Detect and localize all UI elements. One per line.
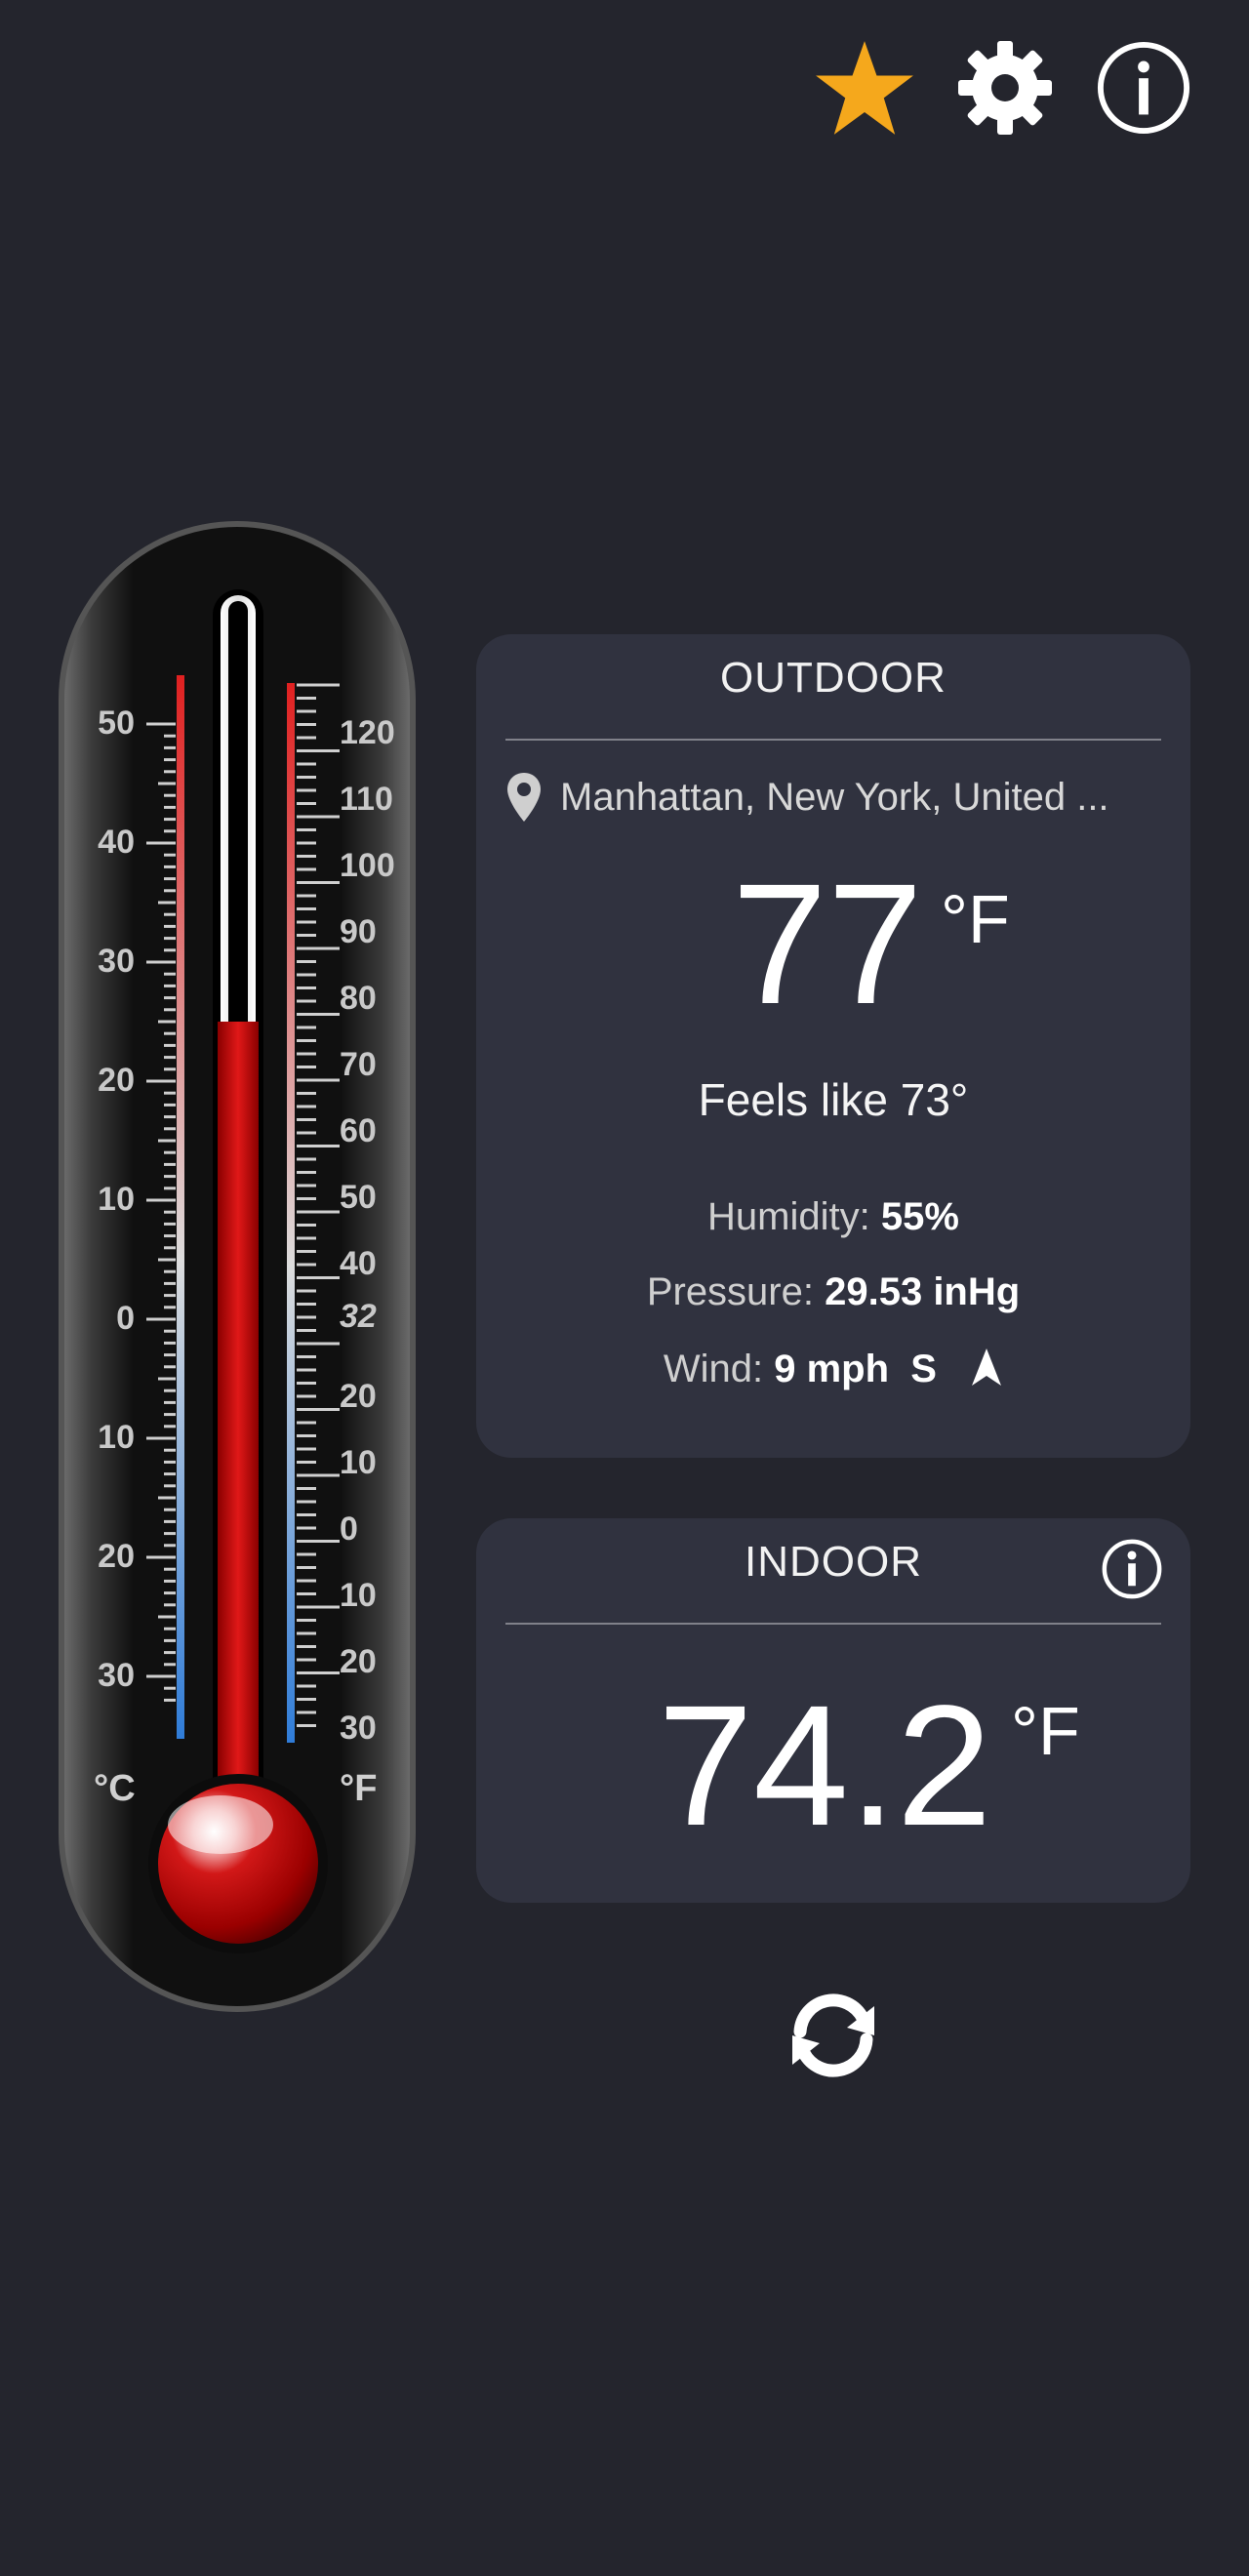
star-icon (816, 41, 913, 135)
feels-like: Feels like 73° (698, 1074, 969, 1125)
celsius-label: 50 (98, 704, 135, 742)
location-pin-icon (507, 773, 541, 822)
outdoor-temperature-unit: °F (941, 881, 1010, 957)
celsius-label: 10 (98, 1419, 135, 1456)
info-icon (1097, 41, 1190, 135)
outdoor-divider (505, 739, 1161, 741)
indoor-card: INDOOR 74.2 °F (476, 1518, 1190, 1903)
outdoor-temperature: 77 (732, 849, 923, 1040)
wind-value: 9 mph (774, 1348, 889, 1390)
humidity-row: Humidity: 55% (476, 1195, 1190, 1239)
favorite-button[interactable] (814, 37, 915, 139)
celsius-label: 20 (98, 1538, 135, 1575)
outdoor-title: OUTDOOR (720, 654, 947, 702)
thermometer-gauge: 50 40 30 20 10 0 10 20 30 120 110 100 90… (57, 519, 420, 2017)
celsius-unit-label: °C (94, 1768, 136, 1809)
humidity-value: 55% (880, 1195, 959, 1238)
celsius-label: 30 (98, 943, 135, 980)
indoor-temperature: 74.2 (658, 1670, 992, 1862)
fahrenheit-label: 110 (340, 781, 393, 818)
refresh-button[interactable] (781, 1987, 886, 2084)
fahrenheit-label: 32 (340, 1298, 377, 1335)
wind-direction: S (910, 1348, 937, 1390)
wind-direction-arrow-icon (972, 1348, 1002, 1386)
fahrenheit-label: 80 (340, 980, 377, 1017)
celsius-label: 40 (98, 824, 135, 861)
pressure-label: Pressure: (646, 1270, 814, 1313)
settings-button[interactable] (954, 37, 1056, 139)
fahrenheit-label: 10 (340, 1577, 377, 1614)
pressure-value: 29.53 inHg (825, 1270, 1021, 1313)
location-row[interactable]: Manhattan, New York, United ... (505, 771, 1161, 824)
fahrenheit-label: 50 (340, 1179, 377, 1216)
indoor-info-button[interactable] (1101, 1538, 1163, 1600)
fahrenheit-label: 100 (340, 847, 395, 884)
fahrenheit-label: 40 (340, 1245, 377, 1282)
fahrenheit-label: 20 (340, 1643, 377, 1680)
pressure-row: Pressure: 29.53 inHg (476, 1270, 1190, 1314)
fahrenheit-label: 0 (340, 1510, 358, 1548)
fahrenheit-unit-label: °F (340, 1768, 378, 1809)
fahrenheit-label: 10 (340, 1444, 377, 1481)
info-button[interactable] (1093, 37, 1194, 139)
wind-row: Wind: 9 mph S (476, 1347, 1190, 1391)
fahrenheit-label: 30 (340, 1710, 377, 1747)
humidity-label: Humidity: (707, 1195, 870, 1238)
indoor-title: INDOOR (745, 1538, 922, 1586)
fahrenheit-label: 90 (340, 913, 377, 950)
refresh-icon (792, 1993, 874, 2077)
gear-icon (958, 41, 1052, 135)
celsius-label: 0 (116, 1300, 135, 1337)
fahrenheit-label: 70 (340, 1046, 377, 1083)
info-icon (1102, 1539, 1162, 1599)
fahrenheit-label: 20 (340, 1378, 377, 1415)
fahrenheit-label: 60 (340, 1112, 377, 1149)
indoor-divider (505, 1623, 1161, 1625)
celsius-label: 30 (98, 1657, 135, 1694)
outdoor-card: OUTDOOR Manhattan, New York, United ... … (476, 634, 1190, 1458)
location-name: Manhattan, New York, United ... (560, 775, 1109, 819)
wind-label: Wind: (663, 1348, 764, 1390)
mercury-column (218, 1022, 259, 1885)
indoor-temperature-unit: °F (1011, 1693, 1080, 1769)
celsius-label: 10 (98, 1181, 135, 1218)
celsius-label: 20 (98, 1062, 135, 1099)
fahrenheit-label: 120 (340, 714, 395, 751)
